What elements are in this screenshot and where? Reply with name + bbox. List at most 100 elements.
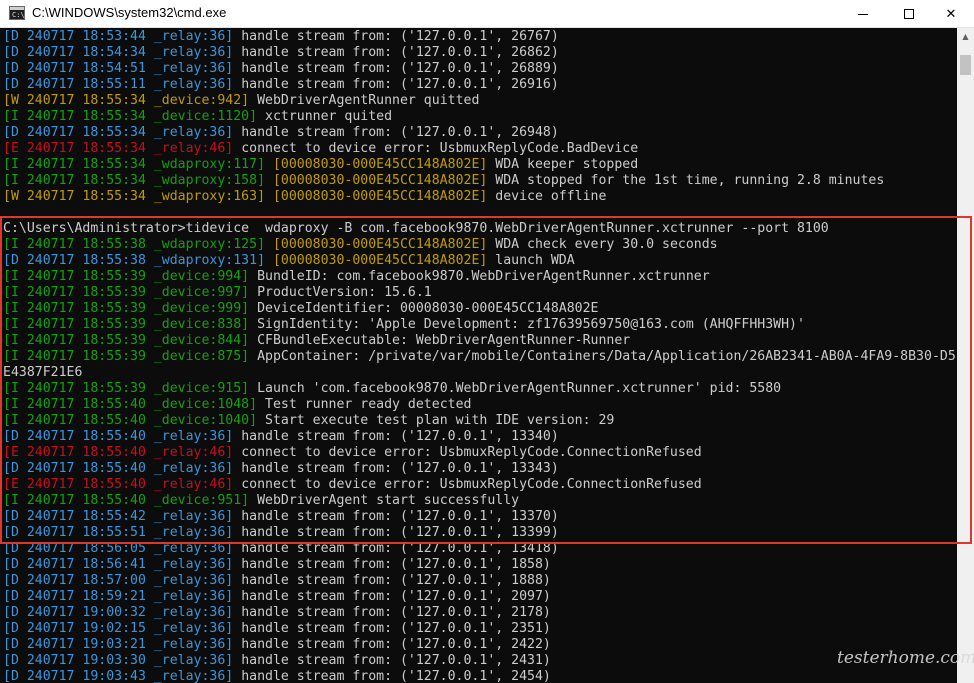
log-message: handle stream from: ('127.0.0.1', 26889) (233, 61, 559, 76)
console-line: [D 240717 19:03:43 _relay:36] handle str… (3, 669, 551, 683)
console-line: [I 240717 18:55:38 _wdaproxy:125] [00008… (3, 237, 718, 253)
log-prefix: [I 240717 18:55:39 _device:994] (3, 269, 250, 284)
log-message: Launch 'com.facebook9870.WebDriverAgentR… (249, 381, 782, 396)
log-prefix: [D 240717 18:54:34 _relay:36] (3, 45, 234, 60)
scroll-thumb[interactable] (960, 55, 971, 75)
console-line: [E 240717 18:55:40 _relay:46] connect to… (3, 445, 702, 461)
close-button[interactable]: ✕ (928, 0, 974, 28)
log-prefix: [D 240717 19:02:15 _relay:36] (3, 621, 234, 636)
log-prefix: [E 240717 18:55:40 _relay:46] (3, 445, 234, 460)
log-prefix: [I 240717 18:55:39 _device:997] (3, 285, 250, 300)
console-line: [D 240717 18:55:34 _relay:36] handle str… (3, 125, 559, 141)
log-message: handle stream from: ('127.0.0.1', 2178) (233, 605, 551, 620)
maximize-button[interactable] (886, 0, 932, 28)
log-message: CFBundleExecutable: WebDriverAgentRunner… (249, 333, 631, 348)
log-message: DeviceIdentifier: 00008030-000E45CC148A8… (249, 301, 599, 316)
log-prefix: [E 240717 18:55:40 _relay:46] (3, 477, 234, 492)
log-message: WDA keeper stopped (487, 157, 639, 172)
console-line: [I 240717 18:55:40 _device:1040] Start e… (3, 413, 614, 429)
console-line: [D 240717 18:53:44 _relay:36] handle str… (3, 29, 559, 45)
log-prefix: [W 240717 18:55:34 _wdaproxy:163] (3, 189, 266, 204)
log-device-tag: [00008030-000E45CC148A802E] (265, 253, 488, 268)
log-prefix: [D 240717 18:53:44 _relay:36] (3, 29, 234, 44)
minimize-button[interactable] (840, 0, 886, 28)
console-line: [D 240717 19:03:30 _relay:36] handle str… (3, 653, 551, 669)
console-line: [I 240717 18:55:39 _device:844] CFBundle… (3, 333, 630, 349)
log-message: handle stream from: ('127.0.0.1', 13418) (233, 541, 559, 556)
console-line: [D 240717 18:57:00 _relay:36] handle str… (3, 573, 551, 589)
log-message: handle stream from: ('127.0.0.1', 26948) (233, 125, 559, 140)
log-prefix: [W 240717 18:55:34 _device:942] (3, 93, 250, 108)
console-line: [D 240717 18:55:40 _relay:36] handle str… (3, 429, 559, 445)
log-message: xctrunner quited (257, 109, 393, 124)
log-prefix: [E 240717 18:55:34 _relay:46] (3, 141, 234, 156)
log-prefix: [I 240717 18:55:38 _wdaproxy:125] (3, 237, 266, 252)
log-message: handle stream from: ('127.0.0.1', 13343) (233, 461, 559, 476)
log-prefix: [D 240717 19:03:43 _relay:36] (3, 669, 234, 683)
log-message: Start execute test plan with IDE version… (257, 413, 615, 428)
console-line: [I 240717 18:55:34 _device:1120] xctrunn… (3, 109, 392, 125)
console-line: [D 240717 18:55:42 _relay:36] handle str… (3, 509, 559, 525)
console-line: [D 240717 18:54:51 _relay:36] handle str… (3, 61, 559, 77)
log-message: device offline (487, 189, 607, 204)
console-text: E4387F21E6 (3, 365, 83, 380)
log-prefix: [D 240717 18:55:42 _relay:36] (3, 509, 234, 524)
log-device-tag: [00008030-000E45CC148A802E] (265, 157, 488, 172)
console-output[interactable]: [D 240717 18:53:44 _relay:36] handle str… (0, 28, 957, 683)
console-line: [D 240717 18:59:21 _relay:36] handle str… (3, 589, 551, 605)
log-prefix: [D 240717 18:59:21 _relay:36] (3, 589, 234, 604)
log-prefix: [D 240717 19:00:32 _relay:36] (3, 605, 234, 620)
console-line: [D 240717 18:55:51 _relay:36] handle str… (3, 525, 559, 541)
scroll-up-arrow-icon[interactable]: ▲ (957, 28, 974, 45)
log-prefix: [D 240717 19:03:30 _relay:36] (3, 653, 234, 668)
command-prompt: C:\Users\Administrator>tidevice wdaproxy… (3, 221, 829, 236)
log-prefix: [D 240717 18:57:00 _relay:36] (3, 573, 234, 588)
watermark: testerhome.com (837, 648, 974, 668)
log-prefix: [D 240717 19:03:21 _relay:36] (3, 637, 234, 652)
console-line: [D 240717 19:00:32 _relay:36] handle str… (3, 605, 551, 621)
log-device-tag: [00008030-000E45CC148A802E] (265, 237, 488, 252)
log-prefix: [D 240717 18:55:40 _relay:36] (3, 429, 234, 444)
title-bar[interactable]: C:\ C:\WINDOWS\system32\cmd.exe ✕ (0, 0, 974, 28)
log-message: launch WDA (487, 253, 575, 268)
log-message: handle stream from: ('127.0.0.1', 2431) (233, 653, 551, 668)
log-prefix: [D 240717 18:55:34 _relay:36] (3, 125, 234, 140)
log-message: WebDriverAgentRunner quitted (249, 93, 480, 108)
log-prefix: [D 240717 18:54:51 _relay:36] (3, 61, 234, 76)
log-prefix: [D 240717 18:55:11 _relay:36] (3, 77, 234, 92)
log-message: handle stream from: ('127.0.0.1', 1858) (233, 557, 551, 572)
console-line: [I 240717 18:55:39 _device:915] Launch '… (3, 381, 781, 397)
console-line: [W 240717 18:55:34 _wdaproxy:163] [00008… (3, 189, 606, 205)
log-device-tag: [00008030-000E45CC148A802E] (265, 189, 488, 204)
console-line: [I 240717 18:55:40 _device:1048] Test ru… (3, 397, 471, 413)
log-prefix: [I 240717 18:55:39 _device:838] (3, 317, 250, 332)
log-message: WDA check every 30.0 seconds (487, 237, 718, 252)
console-line: C:\Users\Administrator>tidevice wdaproxy… (3, 221, 829, 237)
cmd-icon: C:\ (9, 6, 25, 20)
log-message: handle stream from: ('127.0.0.1', 13399) (233, 525, 559, 540)
log-message: handle stream from: ('127.0.0.1', 13340) (233, 429, 559, 444)
log-message: WDA stopped for the 1st time, running 2.… (487, 173, 885, 188)
log-message: AppContainer: /private/var/mobile/Contai… (249, 349, 956, 364)
log-prefix: [I 240717 18:55:40 _device:1048] (3, 397, 258, 412)
close-icon: ✕ (945, 6, 957, 22)
console-line: E4387F21E6 (3, 365, 82, 381)
console-line: [D 240717 19:03:21 _relay:36] handle str… (3, 637, 551, 653)
log-prefix: [I 240717 18:55:40 _device:1040] (3, 413, 258, 428)
log-prefix: [I 240717 18:55:39 _device:844] (3, 333, 250, 348)
minimize-icon (858, 13, 868, 15)
vertical-scrollbar[interactable]: ▲ (957, 28, 974, 683)
log-prefix: [I 240717 18:55:34 _wdaproxy:158] (3, 173, 266, 188)
log-device-tag: [00008030-000E45CC148A802E] (265, 173, 488, 188)
log-message: handle stream from: ('127.0.0.1', 2097) (233, 589, 551, 604)
console-line: [D 240717 19:02:15 _relay:36] handle str… (3, 621, 551, 637)
log-prefix: [I 240717 18:55:34 _wdaproxy:117] (3, 157, 266, 172)
log-message: handle stream from: ('127.0.0.1', 2422) (233, 637, 551, 652)
console-line: [D 240717 18:56:41 _relay:36] handle str… (3, 557, 551, 573)
log-prefix: [I 240717 18:55:39 _device:999] (3, 301, 250, 316)
console-line: [E 240717 18:55:34 _relay:46] connect to… (3, 141, 638, 157)
console-line: [I 240717 18:55:39 _device:994] BundleID… (3, 269, 710, 285)
console-line: [D 240717 18:55:11 _relay:36] handle str… (3, 77, 559, 93)
console-line: [I 240717 18:55:39 _device:838] SignIden… (3, 317, 805, 333)
log-message: WebDriverAgent start successfully (249, 493, 520, 508)
